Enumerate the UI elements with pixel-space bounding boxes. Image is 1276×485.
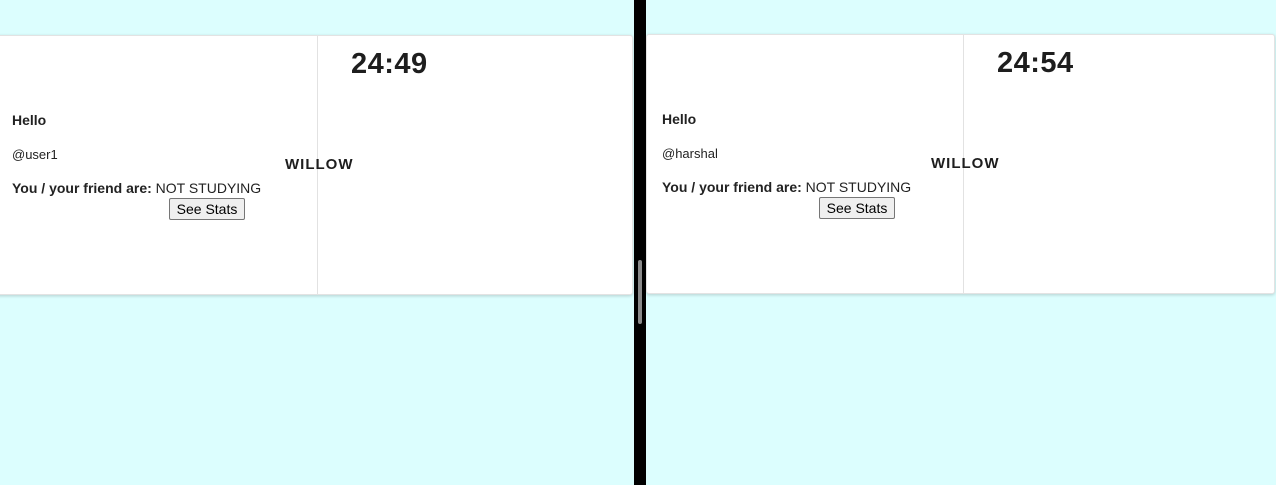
username-handle: @user1: [12, 147, 58, 162]
username-handle: @harshal: [662, 146, 718, 161]
timer-display: 24:54: [997, 47, 1074, 79]
greeting: Hello: [662, 111, 697, 127]
status-label: You / your friend are:: [12, 180, 152, 196]
split-divider[interactable]: [634, 0, 646, 485]
see-stats-button[interactable]: See Stats: [819, 197, 895, 219]
right-pane: 24:54 WILLOW Hello @harshal You / your f…: [646, 0, 1276, 485]
timer-card: 24:49 WILLOW Hello @user1 You / your fri…: [0, 35, 633, 295]
left-pane: 24:49 WILLOW Hello @user1 You / your fri…: [0, 0, 634, 485]
brand-label: WILLOW: [285, 156, 354, 173]
status-value: NOT STUDYING: [155, 180, 262, 196]
timer-card: 24:54 WILLOW Hello @harshal You / your f…: [646, 34, 1275, 294]
status-line: You / your friend are: NOT STUDYING: [662, 179, 911, 195]
timer-display: 24:49: [351, 48, 428, 80]
resize-handle[interactable]: [638, 260, 642, 324]
status-line: You / your friend are: NOT STUDYING: [12, 180, 261, 196]
brand-label: WILLOW: [931, 155, 1000, 172]
status-value: NOT STUDYING: [805, 179, 912, 195]
status-label: You / your friend are:: [662, 179, 802, 195]
greeting: Hello: [12, 112, 47, 128]
see-stats-button[interactable]: See Stats: [169, 198, 245, 220]
